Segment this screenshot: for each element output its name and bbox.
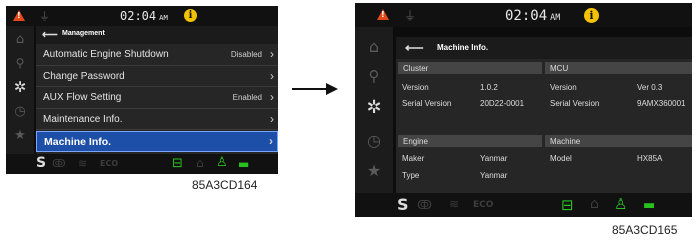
home-icon[interactable]: ⌂: [363, 37, 385, 56]
clock-icon[interactable]: ◷: [10, 104, 30, 119]
sidebar: ⌂ ⚲ ✲ ◷ ★: [6, 26, 34, 154]
cluster-section-header: Cluster: [398, 62, 542, 74]
panel-header: ⟵ Management: [36, 26, 278, 44]
chevron-right-icon: ›: [270, 47, 274, 61]
mcu-version-label: Version: [550, 83, 577, 92]
clock: 02:04 AM: [120, 9, 168, 23]
engine-type-value: Yanmar: [480, 171, 508, 180]
menu-item[interactable]: Maintenance Info. ›: [36, 110, 278, 130]
gear-icon[interactable]: ✲: [10, 78, 30, 96]
star-icon[interactable]: ★: [10, 128, 30, 143]
clock: 02:04 AM: [505, 8, 561, 24]
status-bar: ⏚ 02:04AM i: [355, 3, 692, 27]
engine-maker-value: Yanmar: [480, 154, 508, 163]
chevron-right-icon: ›: [269, 134, 273, 148]
menu-item-value: Enabled: [232, 93, 262, 102]
gear-icon[interactable]: ✲: [363, 97, 385, 118]
fuel-filter-icon: ⊟: [172, 156, 183, 171]
search-icon[interactable]: ⚲: [10, 56, 30, 70]
figure-caption-left: 85A3CD164: [192, 178, 258, 192]
eco-indicator: ECO: [100, 159, 119, 168]
info-icon[interactable]: i: [584, 8, 599, 23]
preheat-icon: ≋: [78, 157, 88, 170]
s-indicator: S: [36, 155, 47, 171]
machine-model-value: HX85A: [637, 154, 663, 163]
menu-item-label: Change Password: [43, 70, 125, 82]
engine-section-header: Engine: [398, 135, 542, 147]
back-arrow-icon[interactable]: ⟵: [42, 28, 58, 41]
operator-icon: ♙: [614, 195, 628, 213]
transition-arrow-icon: [292, 83, 338, 95]
engine-maker-label: Maker: [402, 154, 425, 163]
glow-plug-icon: ↂ: [52, 157, 66, 170]
page-title: Management: [62, 30, 105, 37]
fuel-filter-icon: ⊟: [561, 196, 574, 214]
machine-section-header: Machine: [545, 135, 692, 147]
menu-item[interactable]: Automatic Engine Shutdown Disabled ›: [36, 45, 278, 66]
chevron-right-icon: ›: [270, 90, 274, 104]
figure-caption-right: 85A3CD165: [612, 223, 678, 237]
home-icon[interactable]: ⌂: [10, 32, 30, 47]
status-bar: ⏚ 02:04AM i: [6, 6, 278, 26]
mcu-serial-value: 9AMX360001: [637, 99, 686, 108]
travel-speed-icon: ▬: [238, 157, 250, 171]
page: ⏚ 02:04AM i ⌂ ⚲ ✲ ◷ ★ ⟵ Management Autom…: [0, 0, 697, 242]
cluster-serial-value: 20D22-0001: [480, 99, 525, 108]
mcu-version-value: Ver 0.3: [637, 83, 663, 92]
machine-model-label: Model: [550, 154, 572, 163]
menu-item[interactable]: Machine Info. ›: [36, 131, 278, 152]
star-icon[interactable]: ★: [363, 161, 385, 180]
panel-header: ⟵ Machine Info.: [396, 37, 692, 59]
preheat-icon: ≋: [449, 197, 460, 211]
sidebar: ⌂ ⚲ ✲ ◷ ★: [355, 27, 393, 193]
back-arrow-icon[interactable]: ⟵: [405, 40, 424, 56]
warning-icon: [13, 10, 25, 21]
clock-icon[interactable]: ◷: [363, 131, 385, 150]
chevron-right-icon: ›: [270, 111, 274, 126]
plug-icon: ⏚: [404, 9, 417, 23]
warning-icon: [377, 9, 389, 20]
menu-item-label: Machine Info.: [44, 136, 112, 148]
engine-check-icon: ⌂: [196, 156, 204, 170]
search-icon[interactable]: ⚲: [363, 67, 385, 85]
menu-item-label: AUX Flow Setting: [43, 92, 122, 103]
page-title: Machine Info.: [437, 43, 489, 52]
bottom-indicator-bar: S ↂ ≋ ECO ⊟ ⌂ ♙ ▬: [6, 154, 278, 174]
menu-panel: ⟵ Management Automatic Engine Shutdown Di…: [36, 26, 278, 154]
info-panel: ⟵ Machine Info. Cluster Version 1.0.2 Se…: [396, 37, 692, 193]
cluster-version-label: Version: [402, 83, 429, 92]
machine-info-screen: ⏚ 02:04AM i ⌂ ⚲ ✲ ◷ ★ ⟵ Machine Info. Cl…: [355, 3, 692, 217]
engine-type-label: Type: [402, 171, 420, 180]
menu-item-label: Automatic Engine Shutdown: [43, 49, 169, 60]
mcu-section-header: MCU: [545, 62, 692, 74]
menu-item-label: Maintenance Info.: [43, 113, 123, 125]
mcu-serial-label: Serial Version: [550, 99, 600, 108]
engine-check-icon: ⌂: [590, 196, 599, 212]
menu-item[interactable]: Change Password ›: [36, 67, 278, 87]
management-screen: ⏚ 02:04AM i ⌂ ⚲ ✲ ◷ ★ ⟵ Management Autom…: [6, 6, 278, 174]
info-icon[interactable]: i: [184, 9, 197, 22]
menu-item-value: Disabled: [230, 50, 262, 59]
operator-icon: ♙: [216, 155, 228, 170]
travel-speed-icon: ▬: [643, 198, 656, 213]
plug-icon: ⏚: [39, 11, 50, 23]
glow-plug-icon: ↂ: [417, 198, 432, 212]
chevron-right-icon: ›: [270, 68, 274, 83]
bottom-indicator-bar: S ↂ ≋ ECO ⊟ ⌂ ♙ ▬: [355, 193, 692, 217]
cluster-version-value: 1.0.2: [480, 83, 498, 92]
cluster-serial-label: Serial Version: [402, 99, 452, 108]
s-indicator: S: [397, 195, 409, 214]
menu-item[interactable]: AUX Flow Setting Enabled ›: [36, 88, 278, 109]
eco-indicator: ECO: [473, 200, 494, 210]
